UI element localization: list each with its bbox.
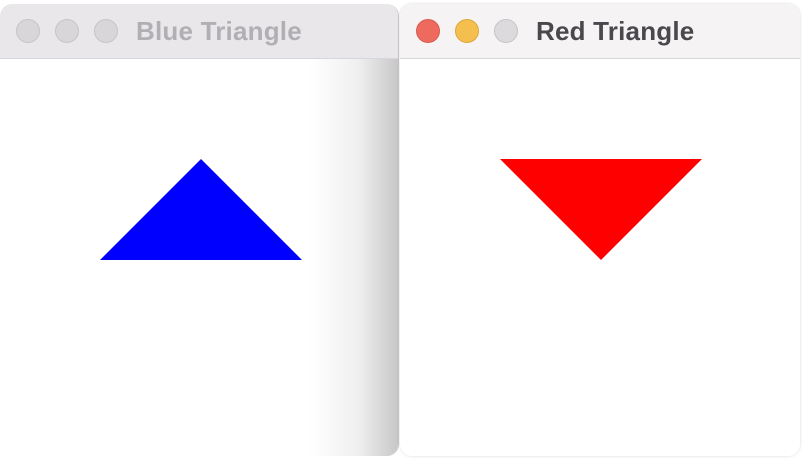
window-title: Red Triangle — [536, 15, 695, 46]
blue-canvas-drawing — [100, 159, 302, 260]
canvas — [0, 59, 398, 456]
blue-triangle-window[interactable]: Blue Triangle — [0, 4, 399, 456]
window-title: Blue Triangle — [136, 15, 302, 46]
close-button[interactable] — [416, 19, 440, 43]
desktop: Blue Triangle Red Triangle — [0, 0, 802, 460]
minimize-button[interactable] — [455, 19, 479, 43]
window-controls — [416, 19, 518, 43]
red-triangle-window[interactable]: Red Triangle — [400, 4, 800, 456]
window-controls — [16, 19, 118, 43]
zoom-button[interactable] — [94, 19, 118, 43]
zoom-button[interactable] — [494, 19, 518, 43]
close-button[interactable] — [16, 19, 40, 43]
title-bar[interactable]: Red Triangle — [400, 4, 800, 59]
blue-triangle — [100, 159, 302, 260]
red-triangle — [500, 159, 702, 260]
minimize-button[interactable] — [55, 19, 79, 43]
title-bar[interactable]: Blue Triangle — [0, 4, 398, 59]
red-canvas-drawing — [500, 159, 702, 260]
canvas — [400, 59, 800, 456]
